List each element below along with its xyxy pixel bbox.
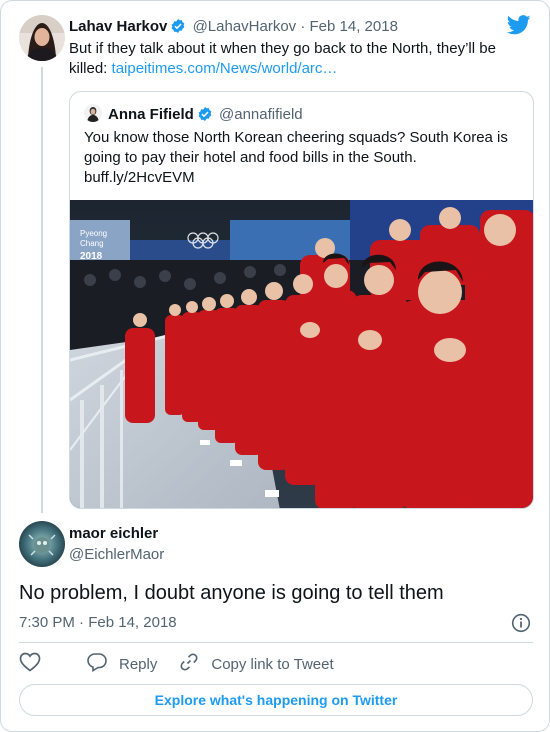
quoted-author-name[interactable]: Anna Fifield [108, 106, 194, 123]
quoted-tweet-text: You know those North Korean cheering squ… [84, 128, 524, 188]
parent-author-name[interactable]: Lahav Harkov [69, 18, 167, 35]
heart-icon [19, 652, 53, 676]
parent-tweet-link[interactable]: taipeitimes.com/News/world/arc… [112, 60, 338, 77]
reply-time[interactable]: 7:30 PM [19, 614, 75, 631]
thread-connector-line [41, 67, 43, 513]
like-button[interactable] [19, 652, 53, 676]
verified-badge-icon [197, 106, 213, 128]
reply-author-handle[interactable]: @EichlerMaor [69, 545, 164, 565]
reply-tweet-text: No problem, I doubt anyone is going to t… [19, 582, 444, 604]
arena-sign-line-2: Chang [80, 239, 104, 248]
quoted-author-handle[interactable]: @annafifield [219, 106, 303, 123]
quoted-tweet-header: Anna Fifield @annafifield [84, 104, 303, 128]
reply-bubble-icon [87, 652, 119, 676]
lahav-harkov-avatar[interactable] [19, 15, 65, 61]
verified-badge-icon [170, 18, 186, 40]
link-icon [179, 652, 211, 676]
tweet-embed-card: Lahav Harkov @LahavHarkov · Feb 14, 2018… [0, 0, 550, 732]
quoted-tweet-body: You know those North Korean cheering squ… [84, 129, 508, 166]
timestamp-separator: · [79, 614, 85, 631]
reply-author-name[interactable]: maor eichler [69, 525, 158, 542]
parent-author-handle[interactable]: @LahavHarkov [193, 18, 297, 35]
info-icon[interactable] [511, 613, 531, 638]
arena-sign-line-1: Pyeong [80, 229, 107, 238]
tweet-actions-bar: Reply Copy link to Tweet [19, 652, 356, 676]
parent-tweet-date[interactable]: Feb 14, 2018 [310, 18, 398, 35]
maor-eichler-avatar[interactable] [19, 521, 65, 567]
copy-link-label: Copy link to Tweet [211, 655, 334, 673]
copy-link-button[interactable]: Copy link to Tweet [179, 652, 334, 676]
twitter-bird-icon[interactable] [506, 15, 531, 40]
actions-divider [19, 642, 533, 643]
parent-tweet-header: Lahav Harkov @LahavHarkov · Feb 14, 2018 [69, 17, 398, 40]
anna-fifield-avatar[interactable] [84, 104, 102, 122]
reply-author-name-row: maor eichler [69, 524, 158, 544]
quoted-tweet-photo[interactable]: Pyeong Chang 2018 [70, 200, 533, 508]
explore-twitter-button[interactable]: Explore what's happening on Twitter [19, 684, 533, 716]
quoted-tweet-card[interactable]: Anna Fifield @annafifield You know those… [69, 91, 534, 509]
reply-timestamp[interactable]: 7:30 PM · Feb 14, 2018 [19, 613, 177, 633]
reply-label: Reply [119, 655, 158, 673]
reply-date[interactable]: Feb 14, 2018 [88, 614, 176, 631]
quoted-tweet-link[interactable]: buff.ly/2HcvEVM [84, 169, 195, 186]
parent-tweet-text: But if they talk about it when they go b… [69, 39, 529, 79]
reply-button[interactable]: Reply [87, 652, 157, 676]
header-separator: · [300, 18, 306, 35]
